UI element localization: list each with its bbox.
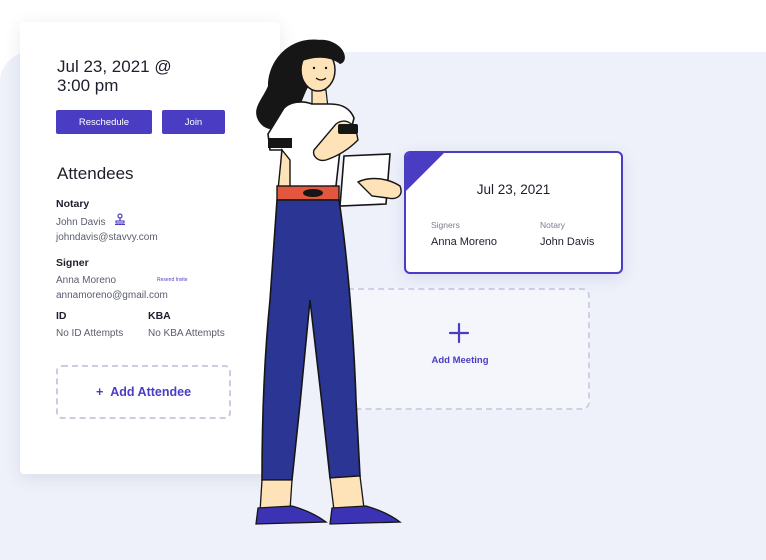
meeting-summary-card[interactable]: Jul 23, 2021 Signers Anna Moreno Notary … xyxy=(404,151,623,274)
signers-label: Signers xyxy=(431,220,460,230)
meeting-details-card: Jul 23, 2021 @ 3:00 pm Reschedule Join A… xyxy=(20,22,280,474)
kba-status: No KBA Attempts xyxy=(148,328,225,339)
signer-name: Anna Moreno xyxy=(56,275,117,286)
plus-icon: + xyxy=(95,385,104,399)
notary-name: John Davis xyxy=(56,217,106,228)
id-status: No ID Attempts xyxy=(56,328,124,339)
signer-email: annamoreno@gmail.com xyxy=(56,290,168,301)
notary-name: John Davis xyxy=(540,236,595,248)
join-button[interactable]: Join xyxy=(162,110,225,134)
plus-icon[interactable] xyxy=(448,322,470,344)
meeting-datetime: Jul 23, 2021 @ 3:00 pm xyxy=(57,57,172,95)
notary-role-label: Notary xyxy=(56,198,90,210)
woman-illustration xyxy=(255,39,402,525)
resend-invite-link[interactable]: Resend Invite xyxy=(157,277,188,283)
notary-email: johndavis@stavvy.com xyxy=(56,232,158,243)
signer-name: Anna Moreno xyxy=(431,236,498,248)
reschedule-button[interactable]: Reschedule xyxy=(56,110,152,134)
notary-label: Notary xyxy=(540,220,566,230)
meeting-card-date: Jul 23, 2021 xyxy=(476,182,551,197)
signer-role-label: Signer xyxy=(56,257,89,269)
stamp-icon[interactable] xyxy=(114,213,126,225)
attendees-heading: Attendees xyxy=(57,164,134,183)
add-attendee-button[interactable]: + Add Attendee xyxy=(56,365,231,419)
id-label: ID xyxy=(56,310,67,322)
add-attendee-label: Add Attendee xyxy=(110,385,192,399)
add-meeting-label[interactable]: Add Meeting xyxy=(400,355,520,366)
kba-label: KBA xyxy=(148,310,171,322)
